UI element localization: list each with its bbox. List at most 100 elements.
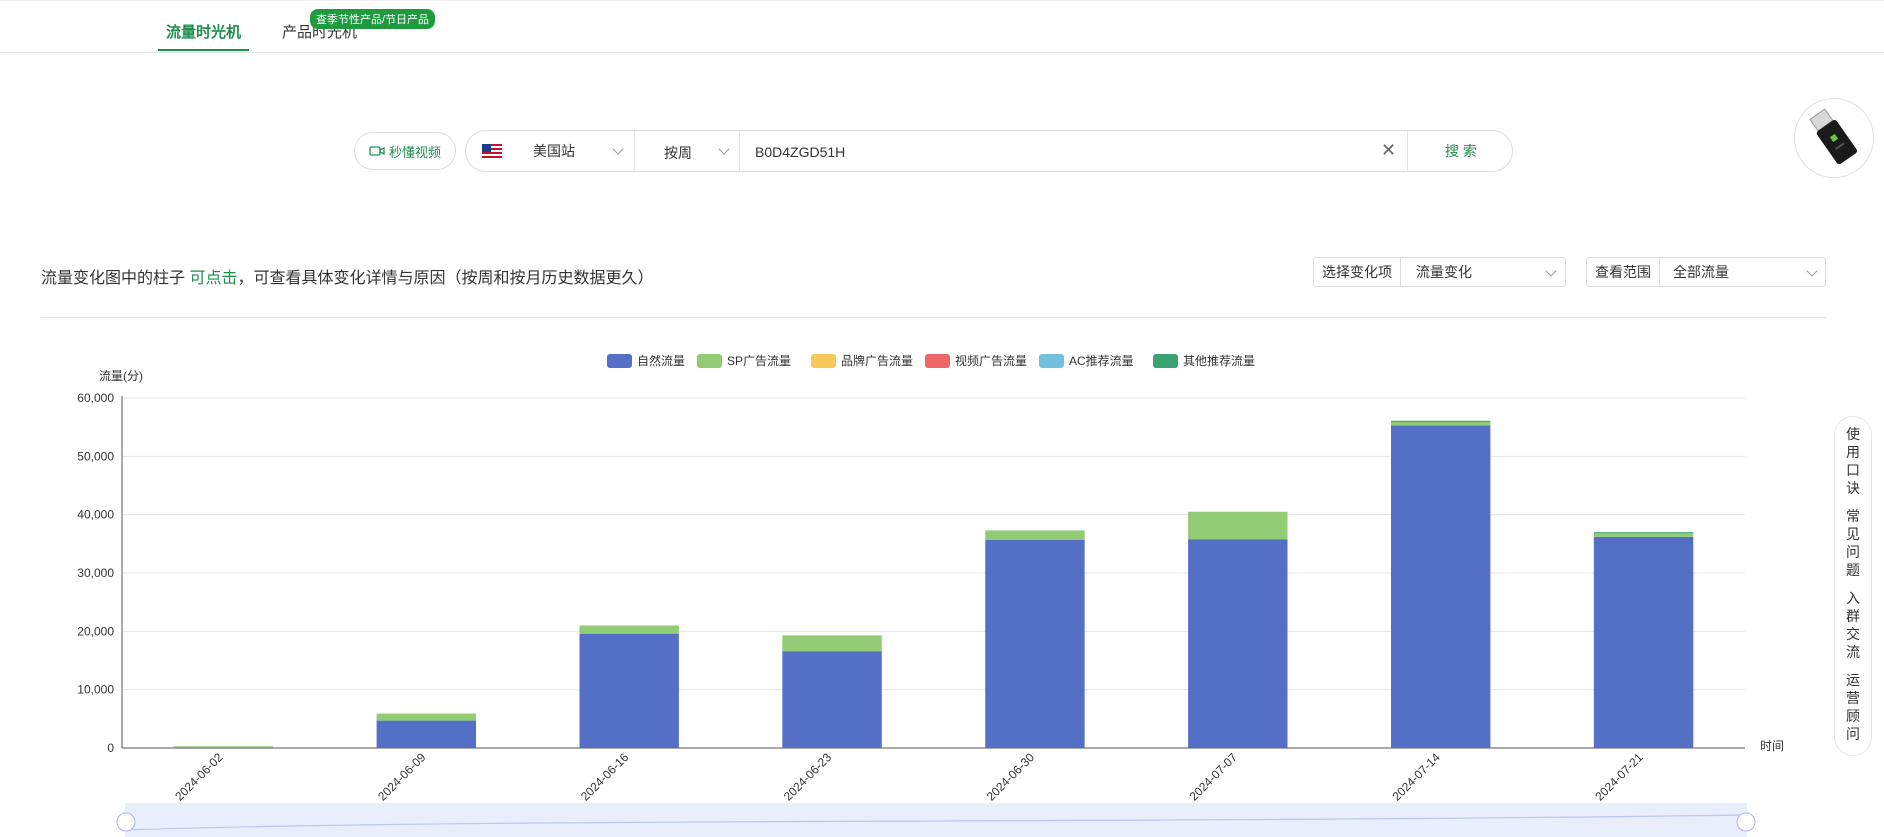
chevron-down-icon — [1806, 265, 1818, 277]
legend-label: AC推荐流量 — [1069, 354, 1134, 368]
period-select[interactable]: 按周 — [634, 131, 740, 171]
bar-segment[interactable] — [173, 746, 274, 748]
chart-grid: 0 10,000 20,000 30,000 40,000 50,000 60,000 — [77, 391, 1745, 755]
y-tick-label: 50,000 — [77, 449, 114, 463]
video-tutorial-label: 秒懂视频 — [388, 144, 441, 160]
chart-bars — [173, 420, 1694, 748]
search-button[interactable]: 搜 索 — [1407, 131, 1514, 171]
section-divider — [41, 317, 1826, 318]
usb-adapter-image — [1809, 108, 1857, 165]
clear-icon[interactable]: ✕ — [1381, 140, 1396, 161]
legend-item[interactable]: 品牌广告流量 — [811, 354, 913, 368]
legend-swatch — [925, 354, 950, 368]
bar-segment[interactable] — [1390, 420, 1491, 422]
x-tick-label: 2024-07-07 — [1187, 750, 1241, 804]
legend-item[interactable]: 自然流量 — [607, 353, 685, 368]
bar-segment[interactable] — [173, 747, 274, 748]
legend-swatch — [697, 354, 722, 368]
scope-select[interactable]: 查看范围 全部流量 — [1586, 257, 1826, 287]
x-tick-label: 2024-06-23 — [781, 750, 835, 804]
tab-traffic-time-machine[interactable]: 流量时光机 — [157, 21, 250, 51]
y-tick-label: 10,000 — [77, 683, 114, 697]
top-tab-bar: 流量时光机 产品时光机 查季节性产品/节日产品 — [0, 0, 1884, 53]
x-tick-label: 2024-06-02 — [172, 750, 226, 804]
legend-label: 品牌广告流量 — [841, 354, 913, 368]
zoom-handle-right[interactable] — [1736, 812, 1756, 832]
chart-hint: 流量变化图中的柱子 可点击，可查看具体变化详情与原因（按周和按月历史数据更久） — [41, 264, 653, 288]
video-camera-icon — [369, 146, 385, 156]
rail-item-faq[interactable]: 常见问题 — [1835, 507, 1871, 579]
bar-segment[interactable] — [985, 530, 1085, 540]
bar-segment[interactable] — [782, 635, 882, 652]
period-select-value: 按周 — [664, 145, 692, 161]
legend-item[interactable]: SP广告流量 — [697, 354, 791, 368]
bar-segment[interactable] — [579, 625, 679, 634]
change-item-select[interactable]: 选择变化项 流量变化 — [1313, 257, 1566, 287]
x-tick-label: 2024-07-21 — [1592, 750, 1646, 804]
site-select[interactable]: 美国站 — [466, 131, 635, 171]
seasonal-product-badge[interactable]: 查季节性产品/节日产品 — [310, 9, 436, 29]
x-axis-labels: 2024-06-02 2024-06-09 2024-06-16 2024-06-23… — [172, 750, 1646, 804]
bar-segment[interactable] — [1593, 533, 1694, 537]
product-thumbnail[interactable] — [1794, 98, 1874, 178]
bar-segment[interactable] — [1390, 421, 1491, 426]
bar-segment[interactable] — [1593, 532, 1694, 534]
bar-segment[interactable] — [1188, 539, 1288, 748]
y-tick-label: 60,000 — [77, 391, 114, 405]
bar-segment[interactable] — [985, 539, 1085, 748]
video-tutorial-button[interactable]: 秒懂视频 — [354, 132, 456, 170]
us-flag-icon — [482, 144, 502, 158]
rail-item-join-group-label: 入群交流 — [1846, 590, 1860, 660]
legend-swatch — [1039, 354, 1064, 368]
asin-search-input[interactable] — [753, 140, 1357, 164]
bar-segment[interactable] — [1390, 425, 1491, 748]
legend-item[interactable]: 视频广告流量 — [925, 353, 1027, 368]
legend-label: SP广告流量 — [727, 354, 791, 368]
rail-item-consultant[interactable]: 运营顾问 — [1835, 671, 1871, 743]
rail-item-usage-tips-label: 使用口诀 — [1846, 426, 1860, 496]
x-axis-title: 时间 — [1760, 739, 1784, 753]
y-tick-label: 20,000 — [77, 624, 114, 638]
chart-hint-text: 流量变化图中的柱子 — [41, 270, 190, 287]
scope-value: 全部流量 — [1673, 264, 1729, 280]
bar-segment[interactable] — [1188, 511, 1288, 540]
zoom-handle-left[interactable] — [116, 812, 136, 832]
legend-swatch — [607, 354, 632, 368]
bar-segment[interactable] — [376, 720, 477, 748]
legend-label: 自然流量 — [637, 353, 685, 368]
scope-label: 查看范围 — [1587, 258, 1660, 286]
x-tick-label: 2024-06-16 — [578, 750, 632, 804]
bar-segment[interactable] — [1593, 536, 1694, 748]
data-zoom-slider[interactable] — [116, 803, 1756, 837]
rail-item-consultant-label: 运营顾问 — [1846, 672, 1860, 742]
legend-swatch — [811, 354, 836, 368]
legend-item[interactable]: 其他推荐流量 — [1153, 354, 1255, 368]
legend-swatch — [1153, 354, 1178, 368]
bar-segment[interactable] — [579, 633, 679, 748]
search-box: 美国站 按周 ✕ 搜 索 — [465, 130, 1513, 172]
chevron-down-icon — [612, 143, 624, 155]
rail-item-faq-label: 常见问题 — [1846, 508, 1860, 578]
bar-segment[interactable] — [376, 713, 477, 721]
x-tick-label: 2024-07-14 — [1389, 750, 1443, 804]
chevron-down-icon — [1545, 265, 1557, 277]
y-tick-label: 40,000 — [77, 508, 114, 522]
legend-item[interactable]: AC推荐流量 — [1039, 354, 1134, 368]
y-tick-label: 0 — [107, 741, 114, 755]
legend-label: 视频广告流量 — [955, 353, 1027, 368]
help-side-rail: 使用口诀 常见问题 入群交流 运营顾问 — [1834, 416, 1872, 756]
site-select-value: 美国站 — [533, 143, 575, 159]
rail-item-join-group[interactable]: 入群交流 — [1835, 589, 1871, 661]
zoom-track[interactable] — [125, 803, 1747, 837]
y-axis-title: 流量(分) — [99, 369, 143, 383]
x-tick-label: 2024-06-30 — [984, 750, 1038, 804]
y-tick-label: 30,000 — [77, 566, 114, 580]
traffic-stacked-bar-chart: 自然流量 SP广告流量 品牌广告流量 视频广告流量 AC推荐流量 其他推荐流量 流量(分)… — [77, 353, 1784, 837]
change-item-label: 选择变化项 — [1314, 258, 1401, 286]
chevron-down-icon — [718, 143, 730, 155]
chart-hint-text-2: ，可查看具体变化详情与原因（按周和按月历史数据更久） — [237, 270, 654, 287]
bar-segment[interactable] — [782, 651, 882, 748]
clickable-hint-link[interactable]: 可点击 — [189, 270, 237, 287]
x-tick-label: 2024-06-09 — [375, 750, 429, 804]
rail-item-usage-tips[interactable]: 使用口诀 — [1835, 425, 1871, 497]
